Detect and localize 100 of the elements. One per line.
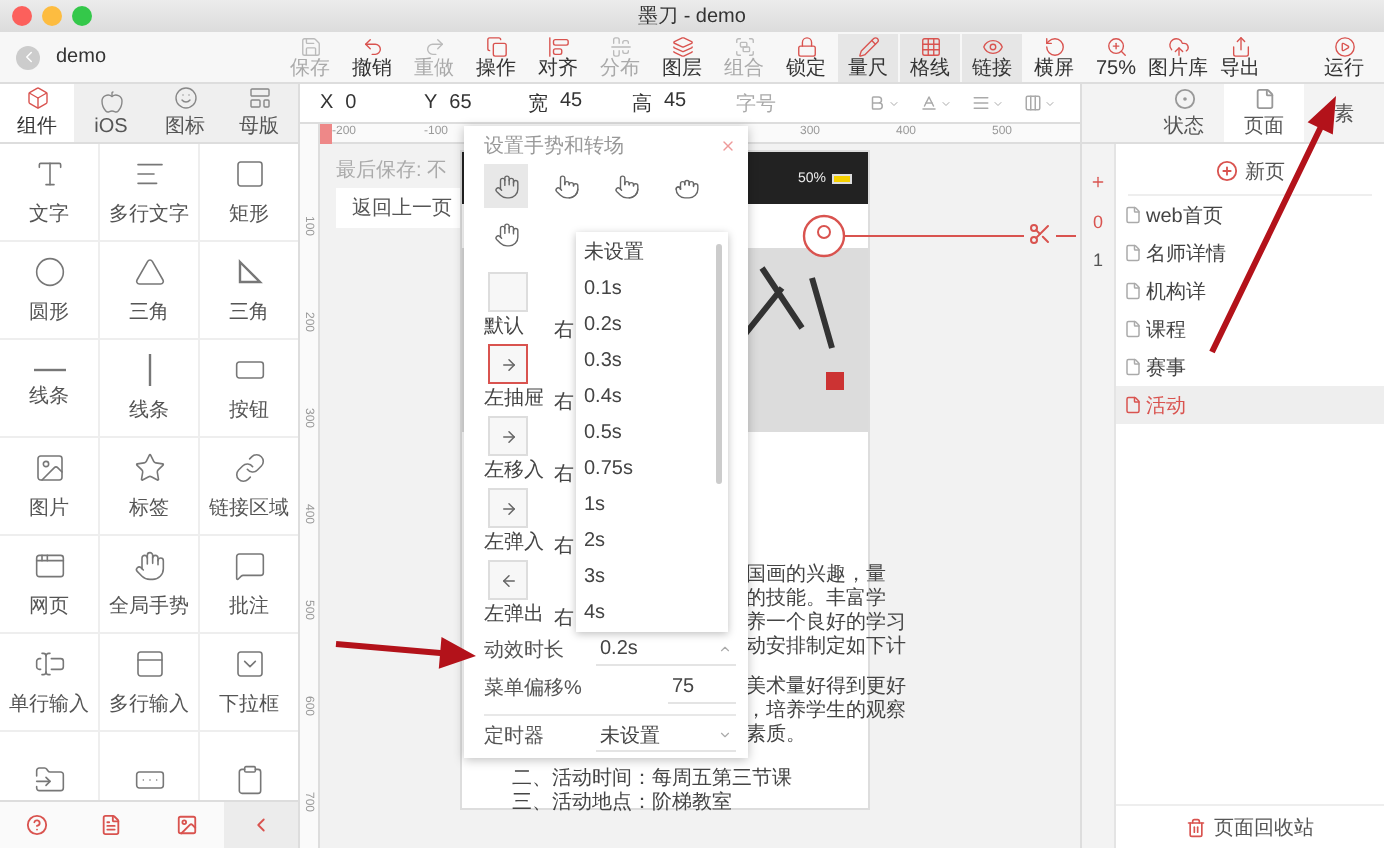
back-button[interactable] — [16, 45, 40, 69]
toolbar-button[interactable]: 撤销 — [342, 33, 402, 81]
maximize-window-button[interactable] — [72, 6, 92, 26]
page-number: 0 — [1092, 210, 1103, 236]
ruler-marker — [320, 124, 332, 144]
eye-icon — [981, 35, 1003, 57]
smiley-icon — [173, 86, 197, 110]
align-icon[interactable] — [972, 94, 1004, 112]
close-window-button[interactable] — [12, 6, 32, 26]
align-icon — [547, 35, 569, 57]
redo-icon — [423, 35, 445, 57]
page-icon — [1124, 358, 1142, 376]
panel-icon — [133, 647, 165, 679]
panel-tab[interactable]: 状态 — [1144, 84, 1224, 142]
minimize-window-button[interactable] — [42, 6, 62, 26]
pointer-icon — [553, 173, 579, 200]
toolbar-button[interactable]: 链接 — [962, 33, 1022, 81]
page-icon — [1253, 87, 1275, 109]
undo-icon — [361, 35, 383, 57]
add-icon — [1215, 160, 1237, 182]
zoom-icon — [1105, 35, 1127, 57]
component-item[interactable]: 单行输入 — [0, 634, 100, 732]
trash-icon — [1186, 817, 1206, 837]
panel-tab[interactable]: 页面 — [1224, 84, 1304, 142]
component-item[interactable]: 文字 — [0, 144, 100, 242]
component-item[interactable]: 线条 — [0, 340, 100, 438]
copy-icon — [485, 35, 507, 57]
component-item[interactable]: 网页 — [0, 536, 100, 634]
component-item[interactable]: 线条 — [100, 340, 200, 438]
page-icon — [1124, 244, 1142, 262]
document-icon — [100, 814, 123, 836]
panel-tab[interactable]: 素 — [1304, 84, 1384, 142]
toolbar-button[interactable]: 操作 — [466, 33, 526, 81]
transition-label: 右 — [554, 392, 574, 415]
component-item[interactable]: 多行输入 — [100, 634, 200, 732]
toolbar-button[interactable]: 导出 — [1210, 33, 1270, 81]
bold-icon[interactable] — [868, 94, 900, 112]
page-number: 1 — [1092, 248, 1103, 274]
property-field[interactable]: 高 45 — [632, 89, 736, 117]
columns-icon[interactable] — [1024, 94, 1056, 112]
component-item[interactable]: 全局手势 — [100, 536, 200, 634]
clipboard-icon — [233, 764, 265, 796]
toolbar-button[interactable]: 运行 — [1314, 33, 1374, 81]
transition-label: 左弹入 — [484, 532, 544, 555]
dropdown-icon — [233, 647, 265, 679]
transition-option[interactable] — [488, 344, 528, 385]
hand-icon — [493, 173, 519, 200]
toolbar-button[interactable]: 量尺 — [838, 33, 898, 81]
transition-label: 右 — [554, 536, 574, 559]
property-field[interactable]: 宽 45 — [528, 89, 632, 117]
link-icon — [233, 451, 265, 483]
toolbar-button[interactable]: 对齐 — [528, 33, 588, 81]
transition-label: 左抽屉 — [484, 388, 544, 411]
vertical-line-icon — [147, 353, 151, 385]
article-text: ，培养学生的观察 — [746, 700, 906, 723]
pencil-icon — [857, 35, 879, 57]
page-icon — [1124, 320, 1142, 338]
star-icon — [133, 451, 165, 483]
folder-icon — [33, 764, 65, 796]
component-item[interactable]: 图片 — [0, 438, 100, 536]
panel-tab[interactable]: 组件 — [0, 84, 74, 142]
right-arrow-icon — [499, 355, 517, 374]
grid-icon — [919, 35, 941, 57]
toolbar-button[interactable]: 横屏 — [1024, 33, 1084, 81]
toolbar-button[interactable]: 格线 — [900, 33, 960, 81]
save-status: 最后保存: 不 — [336, 157, 448, 184]
toolbar-button[interactable]: 图片库 — [1148, 33, 1208, 81]
property-field[interactable]: X 0 — [320, 92, 424, 114]
article-text: 素质。 — [746, 724, 808, 748]
question-icon — [26, 814, 49, 836]
left-arrow-icon — [499, 571, 517, 590]
close-button[interactable] — [720, 138, 736, 154]
toolbar-button[interactable]: 75% — [1086, 33, 1146, 81]
cube-icon — [25, 86, 49, 110]
right-arrow-icon — [499, 499, 517, 518]
component-item[interactable]: 多行文字 — [100, 144, 200, 242]
component-item[interactable]: 圆形 — [0, 242, 100, 340]
component-item[interactable]: 标签 — [100, 438, 200, 536]
article-text: 国画的兴趣，量 — [746, 564, 888, 587]
comment-icon — [233, 549, 265, 581]
target-icon — [1173, 87, 1195, 109]
project-name: demo — [56, 46, 109, 68]
text-color-icon[interactable] — [920, 94, 952, 112]
component-item[interactable]: 三角 — [100, 242, 200, 340]
play-icon — [1333, 35, 1355, 57]
layers-icon — [671, 35, 693, 57]
gesture-option[interactable] — [484, 164, 528, 209]
transition-label: 左移入 — [484, 460, 544, 483]
window-icon — [33, 549, 65, 581]
pointer-icon — [613, 173, 639, 200]
property-field[interactable]: Y 65 — [424, 92, 528, 114]
select-field[interactable]: 0.2s — [596, 634, 736, 667]
transition-label: 左弹出 — [484, 604, 544, 627]
battery-icon — [832, 173, 852, 183]
toolbar-button[interactable]: 图层 — [652, 33, 712, 81]
toolbar-button[interactable]: 锁定 — [776, 33, 836, 81]
field-label: 菜单偏移% — [484, 675, 584, 702]
select-field[interactable]: 未设置 — [596, 720, 736, 753]
horizontal-line-icon — [33, 367, 65, 371]
save-icon — [299, 35, 321, 57]
